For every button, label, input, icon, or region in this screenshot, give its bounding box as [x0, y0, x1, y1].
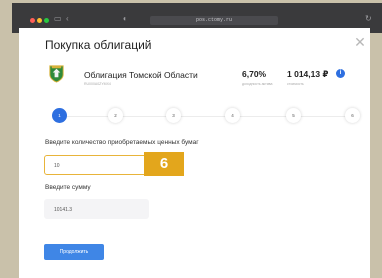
step-2[interactable]: 2 [108, 108, 123, 123]
step-5[interactable]: 5 [286, 108, 301, 123]
yield-value: 6,70% [242, 69, 267, 79]
price-label: стоимость [287, 82, 304, 86]
quantity-input[interactable]: 10 [44, 155, 149, 175]
quantity-label: Введите количество приобретаемых ценных … [45, 139, 199, 146]
reload-icon[interactable]: ↻ [365, 14, 372, 24]
coat-of-arms-icon [49, 65, 64, 83]
chevron-left-icon[interactable]: ‹ [66, 14, 69, 24]
bond-name: Облигация Томской Области [84, 70, 198, 80]
modal-title: Покупка облигаций [45, 38, 152, 52]
continue-button[interactable]: Продолжить [44, 244, 104, 260]
yield-label: доходность актива [242, 82, 273, 86]
step-6[interactable]: 6 [345, 108, 360, 123]
close-icon[interactable]: ✕ [353, 35, 367, 49]
step-3[interactable]: 3 [166, 108, 181, 123]
purchase-modal: Покупка облигаций ✕ Облигация Томской Об… [19, 28, 370, 278]
sidebar-icon[interactable]: ▭ [54, 14, 62, 24]
info-icon[interactable]: i [336, 69, 345, 78]
window-close-dot[interactable] [30, 18, 35, 23]
window-minimize-dot[interactable] [37, 18, 42, 23]
step-1[interactable]: 1 [52, 108, 67, 123]
sum-input[interactable]: 10141.3 [44, 199, 149, 219]
address-bar[interactable]: pos.ctomy.ru [150, 16, 278, 25]
bond-code: RU000A0ZYMX4 [84, 82, 111, 86]
sum-label: Введите сумму [45, 184, 91, 191]
step-4[interactable]: 4 [225, 108, 240, 123]
stepper-track [59, 116, 356, 117]
annotation-badge: 6 [144, 152, 184, 176]
shield-icon: ◖ [122, 14, 127, 23]
price-value: 1 014,13 ₽ [287, 69, 329, 79]
window-zoom-dot[interactable] [44, 18, 49, 23]
